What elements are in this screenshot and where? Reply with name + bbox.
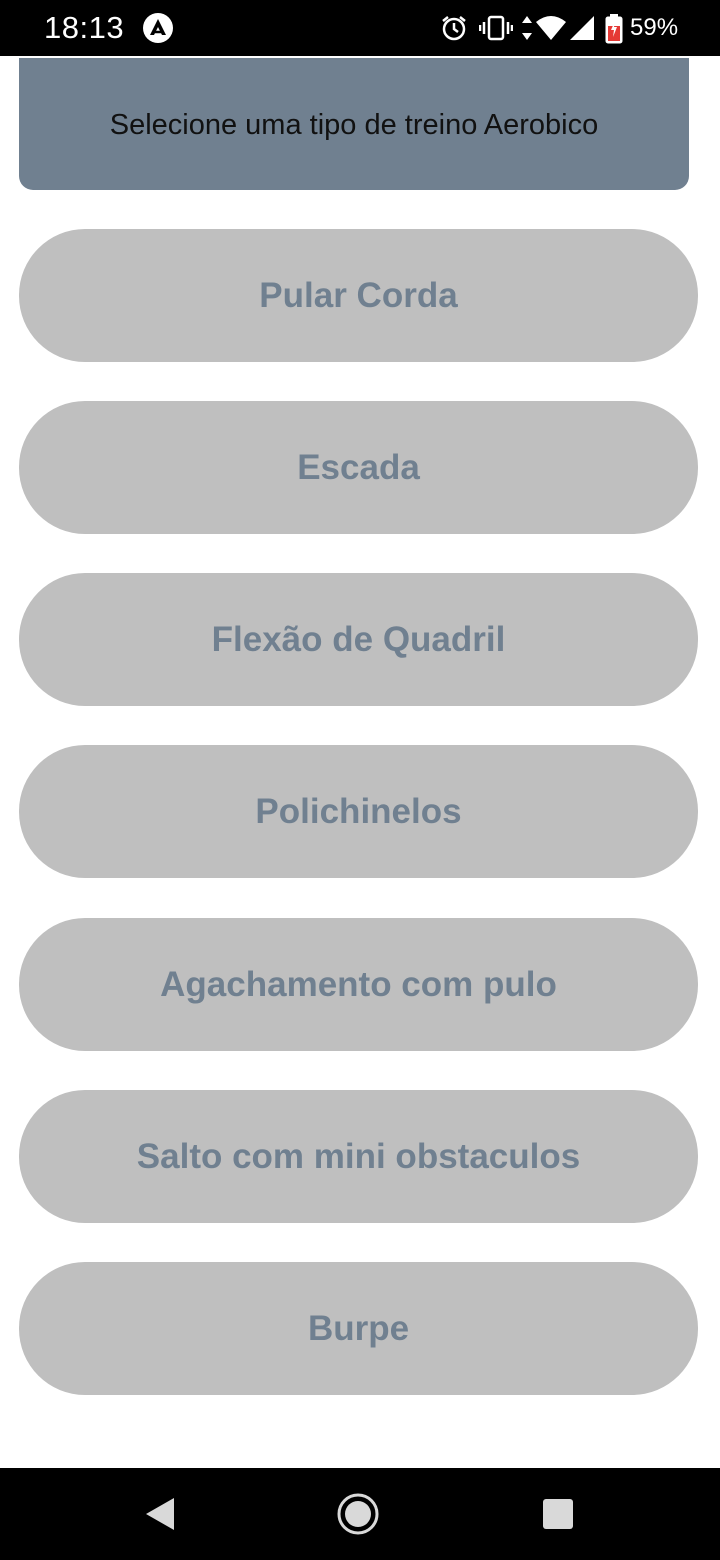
data-arrows-icon (522, 16, 532, 40)
option-label: Salto com mini obstaculos (136, 1136, 581, 1176)
option-salto-com-mini-obstaculos-button[interactable]: Salto com mini obstaculos (19, 1090, 698, 1223)
option-flexao-de-quadril-button[interactable]: Flexão de Quadril (19, 573, 698, 706)
header-text: Selecione uma tipo de treino Aerobico (109, 108, 599, 141)
status-time: 18:13 (44, 10, 125, 45)
option-label: Polichinelos (255, 791, 462, 831)
alarm-icon (442, 16, 466, 41)
recents-icon[interactable] (534, 1490, 582, 1538)
back-icon[interactable] (136, 1490, 184, 1538)
header-card: Selecione uma tipo de treino Aerobico (19, 58, 689, 190)
option-burpe-button[interactable]: Burpe (19, 1262, 698, 1395)
home-icon[interactable] (334, 1490, 382, 1538)
status-bar: 18:13 59% (0, 0, 720, 56)
cell-signal-icon (570, 16, 594, 40)
option-label: Burpe (307, 1308, 410, 1348)
option-escada-button[interactable]: Escada (19, 401, 698, 534)
option-label: Pular Corda (259, 275, 458, 315)
vibrate-icon (479, 15, 513, 41)
option-label: Escada (297, 447, 420, 487)
battery-percent: 59% (630, 14, 679, 41)
app-notification-icon (143, 13, 173, 43)
navigation-bar (0, 1468, 720, 1560)
option-polichinelos-button[interactable]: Polichinelos (19, 745, 698, 878)
option-label: Flexão de Quadril (211, 619, 506, 659)
option-label: Agachamento com pulo (160, 964, 557, 1004)
option-pular-corda-button[interactable]: Pular Corda (19, 229, 698, 362)
option-agachamento-com-pulo-button[interactable]: Agachamento com pulo (19, 918, 698, 1051)
wifi-icon (536, 16, 566, 40)
battery-icon (605, 14, 623, 44)
